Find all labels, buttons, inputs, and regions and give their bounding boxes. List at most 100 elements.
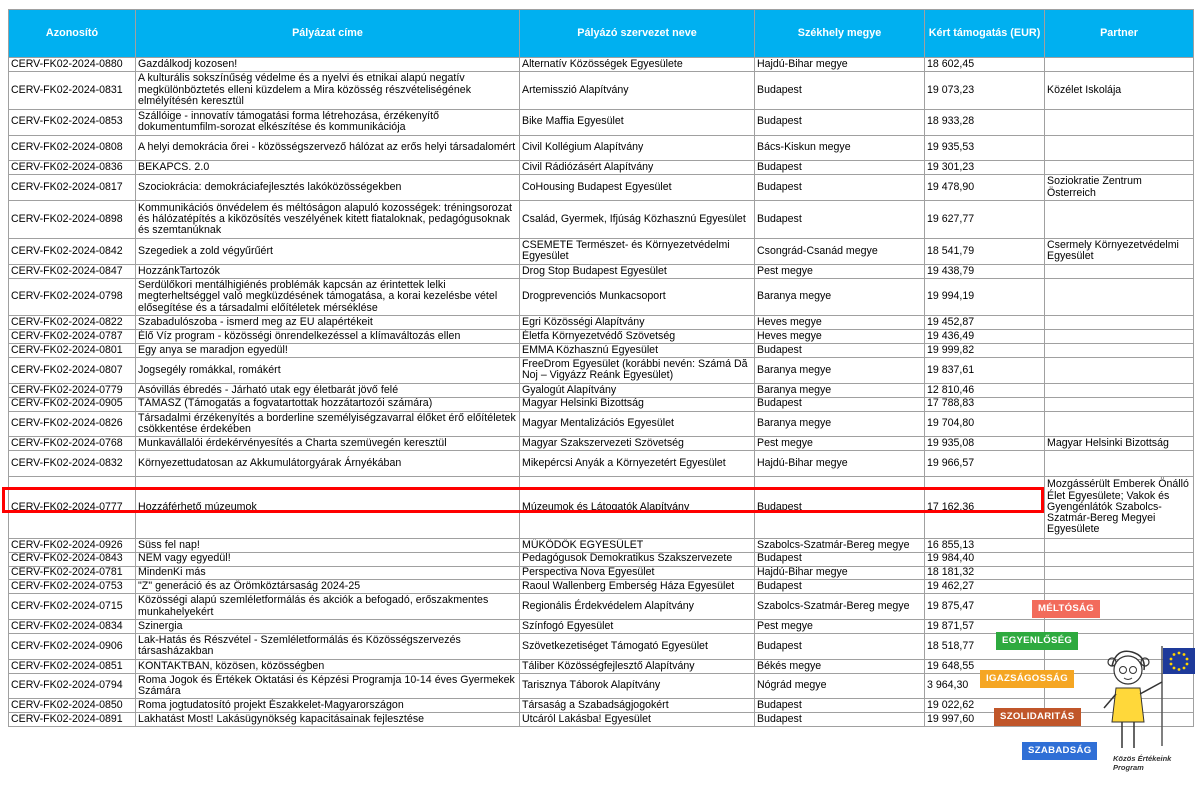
cell-amount: 19 966,57 <box>924 450 1045 478</box>
cell-id: CERV-FK02-2024-0781 <box>8 565 136 581</box>
table-row[interactable]: CERV-FK02-2024-0842 Szegediek a zold végy… <box>8 237 1194 265</box>
table-row[interactable]: CERV-FK02-2024-0808 A helyi demokrácia őr… <box>8 134 1194 162</box>
tag-szolidaritas: SZOLIDARITÁS <box>994 708 1081 726</box>
cell-org: Társaság a Szabadságjogokért <box>519 698 755 714</box>
cell-title: Munkavállalói érdekérvényesítés a Charta… <box>135 436 520 452</box>
table-row[interactable]: CERV-FK02-2024-0787 Élő Víz program - köz… <box>8 329 1194 345</box>
tag-meltosag: MÉLTÓSÁG <box>1032 600 1101 618</box>
cell-org: Magyar Mentalizációs Egyesület <box>519 410 755 438</box>
cell-id: CERV-FK02-2024-0926 <box>8 537 136 553</box>
tag-igazsagossag: IGAZSÁGOSSÁG <box>980 670 1074 688</box>
table-row[interactable]: CERV-FK02-2024-0847 HozzánkTartozók Drog S… <box>8 263 1194 279</box>
cell-org: Alternatív Közösségek Egyesülete <box>519 57 755 72</box>
cell-org: Mikepércsi Anyák a Környezetért Egyesüle… <box>519 450 755 478</box>
cell-partner: Magyar Helsinki Bizottság <box>1044 436 1194 452</box>
program-logo-overlay: MÉLTÓSÁG EGYENLŐSÉG IGAZSÁGOSSÁG SZOLIDA… <box>980 592 1200 772</box>
cell-title: TÁMASZ (Támogatás a fogvatartottak hozzá… <box>135 396 520 412</box>
table-row[interactable]: CERV-FK02-2024-0853 Szállóige - innovatív… <box>8 108 1194 136</box>
cell-county: Baranya megye <box>754 382 925 398</box>
cell-amount: 17 788,83 <box>924 396 1045 412</box>
cell-org: Magyar Szakszervezeti Szövetség <box>519 436 755 452</box>
table-row[interactable]: CERV-FK02-2024-0768 Munkavállalói érdekér… <box>8 436 1194 452</box>
cell-title: Társadalmi érzékenyítés a borderline sze… <box>135 410 520 438</box>
cell-amount: 17 162,36 <box>924 476 1045 539</box>
cell-title: Szegediek a zold végyűrűért <box>135 237 520 265</box>
table-row[interactable]: CERV-FK02-2024-0781 MindenKi más Perspecti… <box>8 565 1194 581</box>
table-row[interactable]: CERV-FK02-2024-0836 BEKAPCS. 2.0 Civil Rád… <box>8 160 1194 176</box>
cell-id: CERV-FK02-2024-0832 <box>8 450 136 478</box>
cell-title: BEKAPCS. 2.0 <box>135 160 520 176</box>
cell-org: Artemisszió Alapítvány <box>519 70 755 110</box>
cell-title: Egy anya se maradjon egyedül! <box>135 343 520 358</box>
header-title[interactable]: Pályázat címe <box>135 9 520 58</box>
table-row[interactable]: CERV-FK02-2024-0779 Asóvillás ébredés - J… <box>8 382 1194 398</box>
header-org[interactable]: Pályázó szervezet neve <box>519 9 755 58</box>
cell-title: NEM vagy egyedül! <box>135 551 520 567</box>
cell-county: Heves megye <box>754 329 925 345</box>
cell-partner: Csermely Környezetvédelmi Egyesület <box>1044 237 1194 265</box>
cell-org: CoHousing Budapest Egyesület <box>519 174 755 202</box>
cell-org: Gyalogút Alapítvány <box>519 382 755 398</box>
cell-title: Roma Jogok és Értékek Oktatási és Képzés… <box>135 672 520 700</box>
table-row[interactable]: CERV-FK02-2024-0898 Kommunikációs önvédel… <box>8 200 1194 239</box>
cell-title: Élő Víz program - közösségi önrendelkezé… <box>135 329 520 345</box>
table-row[interactable]: CERV-FK02-2024-0798 Serdülőkori mentálhig… <box>8 277 1194 317</box>
table-row[interactable]: CERV-FK02-2024-0843 NEM vagy egyedül! Peda… <box>8 551 1194 567</box>
cell-title: Szállóige - innovatív támogatási forma l… <box>135 108 520 136</box>
cell-title: HozzánkTartozók <box>135 263 520 279</box>
table-row-highlighted[interactable]: CERV-FK02-2024-0832 Környezettudatosan az… <box>8 450 1194 478</box>
cell-id: CERV-FK02-2024-0817 <box>8 174 136 202</box>
cell-county: Hajdú-Bihar megye <box>754 450 925 478</box>
cell-title: Közösségi alapú szemléletformálás és akc… <box>135 593 520 621</box>
cell-title: Kommunikációs önvédelem és méltóságon al… <box>135 200 520 239</box>
cell-amount: 12 810,46 <box>924 382 1045 398</box>
cell-title: Hozzáférhető múzeumok <box>135 476 520 539</box>
table-row[interactable]: CERV-FK02-2024-0905 TÁMASZ (Támogatás a f… <box>8 396 1194 412</box>
table-row[interactable]: CERV-FK02-2024-0926 Süss fel nap! MŰKÖDŐK … <box>8 537 1194 553</box>
cell-county: Budapest <box>754 396 925 412</box>
cell-amount: 19 994,19 <box>924 277 1045 317</box>
table-row[interactable]: CERV-FK02-2024-0801 Egy anya se maradjon … <box>8 343 1194 358</box>
cell-county: Budapest <box>754 476 925 539</box>
cell-org: Táliber Közösségfejlesztő Alapítvány <box>519 658 755 674</box>
cell-amount: 19 478,90 <box>924 174 1045 202</box>
header-row: Azonosító Pályázat címe Pályázó szerveze… <box>8 9 1194 58</box>
cell-id: CERV-FK02-2024-0834 <box>8 619 136 634</box>
table-row[interactable]: CERV-FK02-2024-0777 Hozzáférhető múzeumok… <box>8 476 1194 539</box>
header-id[interactable]: Azonosító <box>8 9 136 58</box>
cell-id: CERV-FK02-2024-0779 <box>8 382 136 398</box>
cell-org: Perspectiva Nova Egyesület <box>519 565 755 581</box>
table-row[interactable]: CERV-FK02-2024-0822 Szabadulószoba - isme… <box>8 315 1194 331</box>
header-county[interactable]: Székhely megye <box>754 9 925 58</box>
cell-county: Budapest <box>754 174 925 202</box>
cell-id: CERV-FK02-2024-0801 <box>8 343 136 358</box>
cell-county: Budapest <box>754 108 925 136</box>
table-row[interactable]: CERV-FK02-2024-0817 Szociokrácia: demokrá… <box>8 174 1194 202</box>
header-amount[interactable]: Kért támogatás (EUR) <box>924 9 1045 58</box>
cell-county: Baranya megye <box>754 356 925 384</box>
cell-title: A kulturális sokszínűség védelme és a ny… <box>135 70 520 110</box>
cell-id: CERV-FK02-2024-0853 <box>8 108 136 136</box>
cell-id: CERV-FK02-2024-0808 <box>8 134 136 162</box>
cell-org: Raoul Wallenberg Emberség Háza Egyesület <box>519 579 755 595</box>
table-row[interactable]: CERV-FK02-2024-0807 Jogsegély romákkal, r… <box>8 356 1194 384</box>
table-row[interactable]: CERV-FK02-2024-0831 A kulturális sokszínű… <box>8 70 1194 110</box>
cell-county: Budapest <box>754 712 925 728</box>
cell-org: Civil Kollégium Alapítvány <box>519 134 755 162</box>
cell-id: CERV-FK02-2024-0794 <box>8 672 136 700</box>
cell-id: CERV-FK02-2024-0831 <box>8 70 136 110</box>
cell-partner <box>1044 537 1194 553</box>
cell-county: Pest megye <box>754 263 925 279</box>
table-row[interactable]: CERV-FK02-2024-0880 Gazdálkodj kozosen! Al… <box>8 57 1194 72</box>
cell-org: Magyar Helsinki Bizottság <box>519 396 755 412</box>
cell-partner <box>1044 315 1194 331</box>
cell-org: Egri Közösségi Alapítvány <box>519 315 755 331</box>
cell-county: Budapest <box>754 579 925 595</box>
cell-title: Süss fel nap! <box>135 537 520 553</box>
cell-county: Hajdú-Bihar megye <box>754 565 925 581</box>
cell-id: CERV-FK02-2024-0822 <box>8 315 136 331</box>
header-partner[interactable]: Partner <box>1044 9 1194 58</box>
cell-partner <box>1044 57 1194 72</box>
table-row[interactable]: CERV-FK02-2024-0826 Társadalmi érzékenyít… <box>8 410 1194 438</box>
cell-id: CERV-FK02-2024-0753 <box>8 579 136 595</box>
